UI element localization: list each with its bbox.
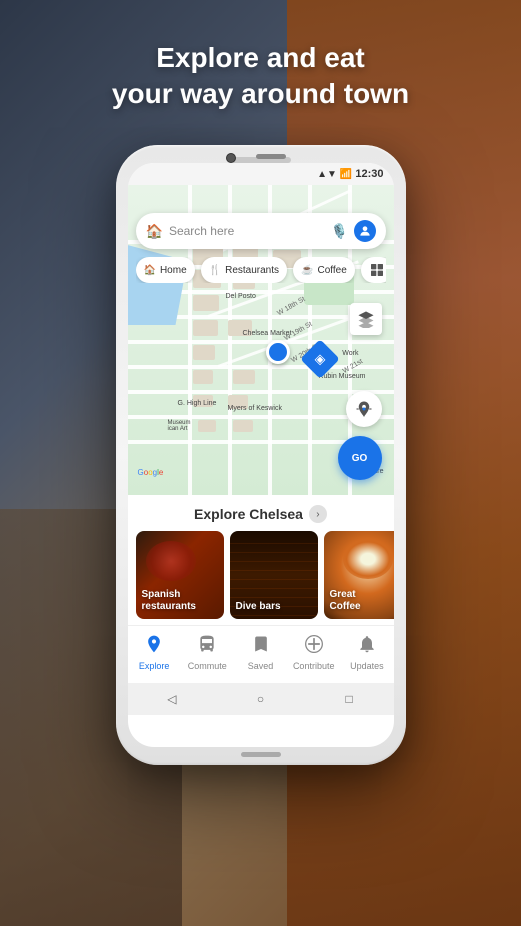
explore-nav-icon (144, 634, 164, 659)
chip-restaurants[interactable]: 🍴 Restaurants (201, 257, 287, 283)
home-chip-icon: 🏠 (144, 265, 156, 276)
phone-camera (226, 153, 236, 163)
phone-home-indicator (241, 752, 281, 757)
building7 (193, 320, 218, 336)
map-area[interactable]: 🏠 Search here 🎙️ 🏠 Home (128, 185, 394, 495)
card-great-coffee[interactable]: GreatCoffee (324, 531, 394, 619)
search-bar[interactable]: 🏠 Search here 🎙️ (136, 213, 386, 249)
signal-icons: ▲▼ 📶 12:30 (317, 168, 383, 180)
place-rubin: Rubin Museum (318, 373, 365, 380)
place-myers: Myers of Keswick (228, 405, 282, 412)
explore-section: Explore Chelsea › Spanishrestaurants Div… (128, 495, 394, 625)
chip-coffee-label: Coffee (317, 265, 346, 276)
card-spanish-label: Spanishrestaurants (142, 589, 218, 613)
nav-updates[interactable]: Updates (340, 634, 393, 671)
search-placeholder: Search here (169, 224, 330, 238)
go-button[interactable]: GO (338, 436, 382, 480)
current-location-pin (266, 340, 290, 364)
hero-text: Explore and eat your way around town (0, 40, 521, 113)
building11 (233, 370, 255, 384)
updates-nav-label: Updates (350, 661, 384, 671)
nav-explore[interactable]: Explore (128, 634, 181, 671)
bottom-nav: Explore Commute Sa (128, 625, 394, 683)
building10 (193, 370, 213, 384)
explore-chevron[interactable]: › (309, 505, 327, 523)
phone-screen: ▲▼ 📶 12:30 (128, 163, 394, 747)
explore-title: Explore Chelsea (194, 506, 303, 522)
phone: ▲▼ 📶 12:30 (116, 145, 406, 765)
google-logo: Google (138, 468, 164, 477)
phone-shell: ▲▼ 📶 12:30 (116, 145, 406, 765)
go-label: GO (352, 453, 368, 464)
nav-commute[interactable]: Commute (181, 634, 234, 671)
my-location-button[interactable] (346, 391, 382, 427)
place-work: Work (342, 350, 358, 357)
card-coffee-label: GreatCoffee (330, 589, 394, 613)
user-avatar[interactable] (354, 220, 376, 242)
nav-saved[interactable]: Saved (234, 634, 287, 671)
hero-line2: your way around town (20, 76, 501, 112)
updates-nav-icon (357, 634, 377, 659)
back-button[interactable]: ◁ (162, 689, 182, 709)
building15 (233, 420, 253, 432)
chip-more[interactable] (361, 257, 386, 283)
phone-speaker (256, 154, 286, 159)
card-bars-label: Dive bars (236, 601, 312, 613)
chip-restaurants-label: Restaurants (225, 265, 279, 276)
mic-button[interactable]: 🎙️ (330, 221, 350, 241)
commute-nav-label: Commute (188, 661, 227, 671)
place-del-posto: Del Posto (226, 293, 256, 300)
recent-apps-button[interactable]: □ (339, 689, 359, 709)
filter-chips: 🏠 Home 🍴 Restaurants ☕ Coffee (136, 257, 386, 283)
chip-home[interactable]: 🏠 Home (136, 257, 195, 283)
saved-nav-icon (251, 634, 271, 659)
map-layers-button[interactable] (350, 303, 382, 335)
building9 (193, 345, 215, 360)
chip-coffee[interactable]: ☕ Coffee (293, 257, 355, 283)
road-h5 (128, 340, 394, 344)
home-search-icon: 🏠 (146, 223, 163, 240)
hero-line1: Explore and eat (20, 40, 501, 76)
signal-bars: ▲▼ (317, 169, 337, 180)
contribute-nav-label: Contribute (293, 661, 335, 671)
explore-cards: Spanishrestaurants Dive bars GreatCoffee (128, 531, 394, 619)
wifi-icon: 📶 (340, 169, 352, 180)
place-chelsea-market: Chelsea Market (243, 330, 292, 337)
contribute-nav-icon (304, 634, 324, 659)
phone-bottom-bar: ◁ ○ □ (128, 683, 394, 715)
nav-contribute[interactable]: Contribute (287, 634, 340, 671)
building6 (193, 295, 219, 311)
card-spanish-restaurants[interactable]: Spanishrestaurants (136, 531, 224, 619)
saved-nav-label: Saved (248, 661, 274, 671)
commute-nav-icon (197, 634, 217, 659)
place-museum: Museumican Art (168, 420, 191, 432)
explore-header: Explore Chelsea › (128, 505, 394, 523)
card-dive-bars[interactable]: Dive bars (230, 531, 318, 619)
place-high-line: G. High Line (178, 400, 217, 407)
coffee-chip-icon: ☕ (301, 265, 313, 276)
explore-nav-label: Explore (139, 661, 170, 671)
building14 (198, 420, 216, 432)
restaurants-chip-icon: 🍴 (209, 265, 221, 276)
chip-home-label: Home (160, 265, 187, 276)
status-time: 12:30 (355, 168, 383, 180)
home-button[interactable]: ○ (250, 689, 270, 709)
status-bar: ▲▼ 📶 12:30 (128, 163, 394, 185)
